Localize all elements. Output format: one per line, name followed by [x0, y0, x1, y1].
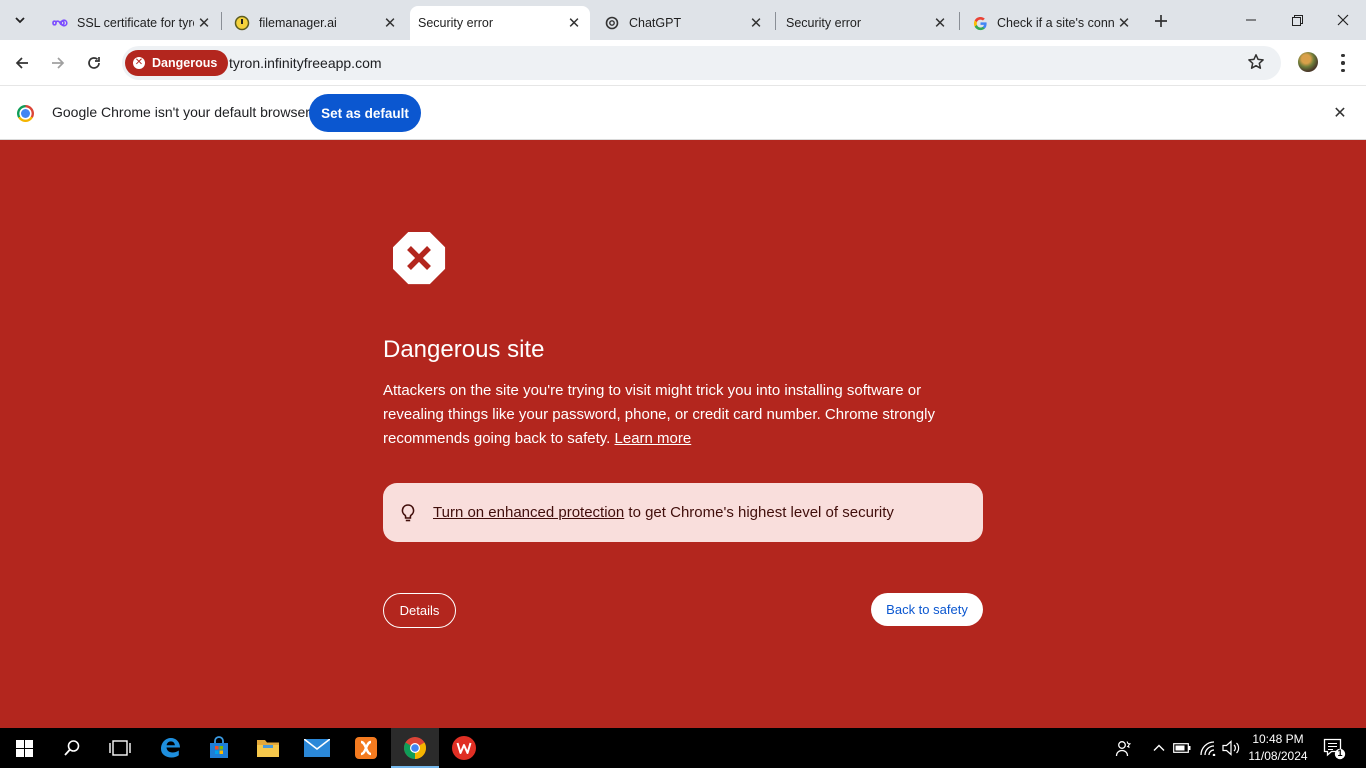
taskbar-chrome[interactable] [391, 728, 439, 768]
taskbar-search-button[interactable] [48, 728, 96, 768]
dangerous-site-chip[interactable]: ✕ Dangerous [125, 50, 229, 76]
tab-ssl-certificate[interactable]: SSL certificate for tyrc ✕ [40, 6, 220, 40]
tab-title: filemanager.ai [259, 16, 337, 30]
tab-close-icon[interactable]: ✕ [564, 13, 584, 33]
arrow-left-icon [15, 57, 28, 69]
enhanced-protection-text: to get Chrome's highest level of securit… [624, 504, 894, 521]
danger-stop-icon [393, 232, 446, 285]
taskbar-file-explorer[interactable] [244, 728, 292, 768]
folder-icon [257, 740, 279, 757]
tab-chatgpt[interactable]: ChatGPT ✕ [592, 6, 772, 40]
reload-icon [88, 57, 100, 69]
bookmark-star-icon[interactable] [1247, 53, 1267, 73]
page-heading: Dangerous site [383, 336, 545, 363]
taskbar-clock[interactable]: 10:48 PM 11/08/2024 [1244, 731, 1312, 765]
tab-title: SSL certificate for tyrc [77, 16, 194, 30]
security-interstitial: Dangerous site Attackers on the site you… [0, 140, 1366, 728]
learn-more-link[interactable]: Learn more [615, 430, 692, 447]
start-button[interactable] [0, 728, 48, 768]
browser-toolbar: ✕ Dangerous tyron.infinityfreeapp.com [0, 40, 1366, 86]
wps-office-icon [452, 736, 476, 760]
reload-button[interactable] [80, 49, 108, 77]
mail-icon [304, 739, 330, 757]
taskbar-xampp[interactable] [342, 728, 390, 768]
clock-date: 11/08/2024 [1248, 749, 1308, 763]
search-icon [64, 740, 80, 756]
danger-x-icon: ✕ [133, 57, 145, 69]
tab-close-icon[interactable]: ✕ [930, 13, 950, 33]
taskbar-edge[interactable] [146, 728, 194, 768]
infobar-close-icon[interactable]: ✕ [1330, 103, 1350, 123]
filemanager-icon [234, 15, 250, 31]
tab-title: Check if a site's conn [997, 16, 1114, 30]
set-as-default-button[interactable]: Set as default [309, 94, 421, 132]
tab-check-site[interactable]: Check if a site's conn ✕ [960, 6, 1140, 40]
taskbar-mail[interactable] [293, 728, 341, 768]
infinity-icon [52, 15, 68, 31]
battery-icon[interactable] [1172, 738, 1192, 758]
lightbulb-icon [401, 503, 415, 521]
plus-icon [1155, 15, 1167, 27]
infobar-message: Google Chrome isn't your default browser [52, 104, 310, 120]
action-center-notification-icon[interactable]: 1 [1322, 736, 1346, 760]
minimize-button[interactable] [1228, 0, 1274, 40]
notification-count-badge: 1 [1337, 748, 1343, 758]
task-view-button[interactable] [96, 728, 144, 768]
tab-close-icon[interactable]: ✕ [194, 13, 214, 33]
tab-title: Security error [786, 16, 862, 30]
back-to-safety-button[interactable]: Back to safety [871, 593, 983, 626]
xampp-icon [355, 737, 377, 759]
tab-close-icon[interactable]: ✕ [1114, 13, 1134, 33]
tab-strip: SSL certificate for tyrc ✕ filemanager.a… [0, 0, 1366, 40]
profile-avatar[interactable] [1298, 52, 1318, 72]
tab-title: Security error [418, 16, 494, 30]
volume-icon[interactable] [1221, 738, 1241, 758]
show-hidden-icons-chevron-up-icon[interactable] [1149, 738, 1169, 758]
chrome-menu-button[interactable] [1335, 52, 1351, 74]
new-tab-button[interactable] [1148, 8, 1174, 34]
tab-close-icon[interactable]: ✕ [746, 13, 766, 33]
task-view-icon [109, 740, 131, 756]
windows-logo-icon [15, 739, 33, 757]
chrome-icon [404, 737, 426, 759]
address-bar[interactable]: ✕ Dangerous tyron.infinityfreeapp.com [122, 46, 1281, 80]
enhanced-protection-banner: Turn on enhanced protection to get Chrom… [383, 483, 983, 542]
forward-button[interactable] [44, 49, 72, 77]
tab-security-error-active[interactable]: Security error ✕ [410, 6, 590, 40]
arrow-right-icon [52, 57, 65, 69]
chatgpt-icon [604, 15, 620, 31]
url-text[interactable]: tyron.infinityfreeapp.com [229, 46, 382, 80]
tab-search-button[interactable] [6, 6, 34, 34]
tab-security-error[interactable]: Security error ✕ [776, 6, 956, 40]
taskbar-store[interactable] [195, 728, 243, 768]
back-button[interactable] [8, 49, 36, 77]
google-icon [972, 15, 988, 31]
wifi-icon[interactable] [1198, 738, 1218, 758]
windows-taskbar: 10:48 PM 11/08/2024 1 [0, 728, 1366, 768]
enhanced-protection-link[interactable]: Turn on enhanced protection [433, 504, 624, 521]
store-icon [210, 736, 228, 758]
tab-filemanager[interactable]: filemanager.ai ✕ [222, 6, 406, 40]
restore-icon [1291, 14, 1303, 26]
tab-title: ChatGPT [629, 16, 682, 30]
people-icon[interactable] [1113, 738, 1133, 758]
taskbar-wps-office[interactable] [440, 728, 488, 768]
edge-icon [161, 738, 180, 758]
chevron-down-icon [15, 17, 25, 24]
tab-close-icon[interactable]: ✕ [380, 13, 400, 33]
minimize-icon [1246, 19, 1256, 21]
danger-label: Dangerous [152, 56, 218, 70]
details-button[interactable]: Details [383, 593, 456, 628]
clock-time: 10:48 PM [1252, 732, 1304, 746]
restore-button[interactable] [1274, 0, 1320, 40]
warning-description: Attackers on the site you're trying to v… [383, 379, 983, 451]
close-window-button[interactable] [1320, 0, 1366, 40]
chrome-logo-icon [17, 105, 34, 122]
default-browser-infobar: Google Chrome isn't your default browser… [0, 86, 1366, 140]
close-icon [1337, 14, 1349, 26]
